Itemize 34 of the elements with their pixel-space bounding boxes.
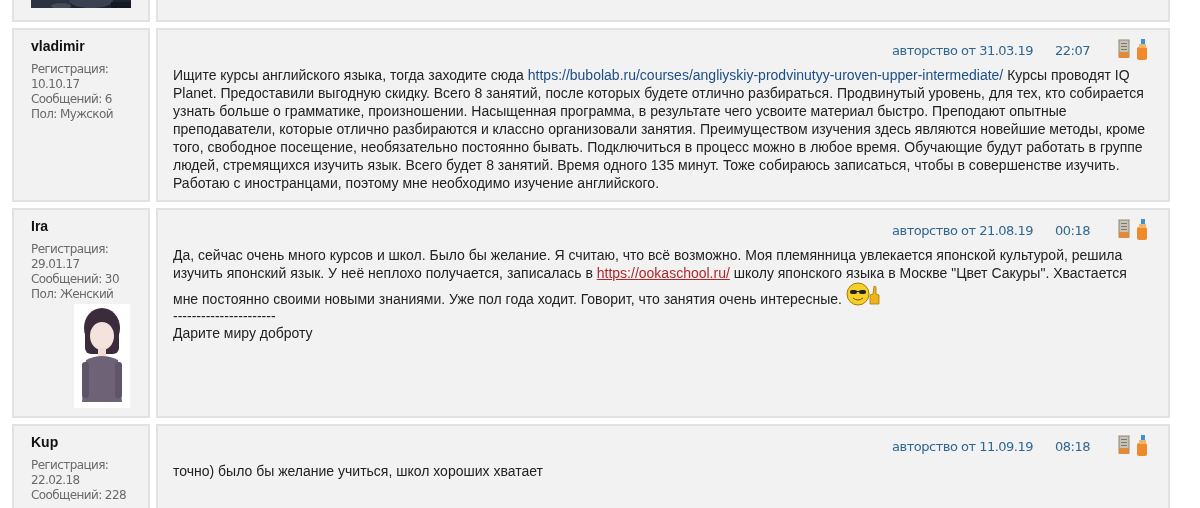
bottle-icon[interactable] <box>1136 219 1148 241</box>
user-info: 29.01.17 <box>31 257 81 272</box>
link[interactable]: https://bubolab.ru/courses/angliyskiy-prodvinutyy-uroven-upper-intermediate/ <box>527 67 1004 83</box>
user-info: Сообщений: 30 <box>31 272 120 287</box>
post-time: 08:18 <box>1055 438 1090 454</box>
document-icon[interactable] <box>1118 219 1130 239</box>
user-info: 10.10.17 <box>31 77 81 92</box>
post-date: авторство от 11.09.19 <box>892 438 1034 454</box>
user-info: Регистрация: <box>31 62 110 77</box>
link[interactable]: https://ookaschool.ru/ <box>596 265 730 281</box>
user-info: Пол: Мужской <box>31 107 114 122</box>
user-info: Регистрация: <box>31 458 110 473</box>
bottle-icon[interactable] <box>1136 39 1148 61</box>
post-text: точно) было бы желание учиться, школ хороших хватает <box>173 462 544 480</box>
username[interactable]: vladimir <box>31 38 144 54</box>
post-date: авторство от 31.03.19 <box>892 42 1034 58</box>
user-info: Сообщений: 228 <box>31 488 127 503</box>
post-text: Да, сейчас очень много курсов и школ. Было бы желание. Я считаю, что всё возможно. Моя племянница увлекается японской культурой, решила изучить японский язык. У неё неплохо получается, записалась в https://ookaschool.ru/ школу японского языка в Москве "Цвет Сакуры". Хвастается мне постоянно своими новыми знаниями. Уже пол года ходит. Говорит, что занятия очень интересные. <box>173 246 1128 308</box>
signature: Дарите миру доброту <box>173 325 314 342</box>
post-date: авторство от 21.08.19 <box>892 222 1034 238</box>
post-text: Ищите курсы английского языка, тогда заходите сюда https://bubolab.ru/courses/angliyskiy-prodvinutyy-uroven-upper-intermediate/ Курсы проводят IQ Planet. Предоставили выгодную скидку. Всего 8 занятий, после которых будете отлично разбираться. Продвинутый уровень, для тех, кто собирается узнать больше о грамматике, произношении. Насыщенная программа, в результате чего усвоите материал быстро. Преподают опытные преподаватели, которые отлично разбираются и классно организовали занятия. Преимуществом изучения здесь являются новейшие методы, кроме того, свободное посещение, необязательно постоянно бывать. Подключиться в процесс можно в любое время. Обучающие будут работать в группе людей, стремящихся изучить язык. Всего будет 8 занятий. Время одного 135 минут. Тоже собираюсь записаться, чтобы в совершенстве изучить. Работаю с иностранцами, поэтому мне необходимо изучение английского. <box>173 66 1147 192</box>
user-info: Регистрация: <box>31 242 110 257</box>
bottle-icon[interactable] <box>1136 435 1148 457</box>
username[interactable]: Kup <box>31 434 144 450</box>
post-time: 00:18 <box>1055 222 1090 238</box>
document-icon[interactable] <box>1118 435 1130 455</box>
document-icon[interactable] <box>1118 39 1130 59</box>
user-info: 22.02.18 <box>31 473 81 488</box>
post-time: 22:07 <box>1055 42 1090 58</box>
signature-divider: ---------------------- <box>173 308 277 325</box>
username[interactable]: Ira <box>31 218 144 234</box>
user-info: Пол: Женский <box>31 287 115 302</box>
user-info: Сообщений: 6 <box>31 92 113 107</box>
smiley-thumbs-up-icon <box>845 282 880 306</box>
